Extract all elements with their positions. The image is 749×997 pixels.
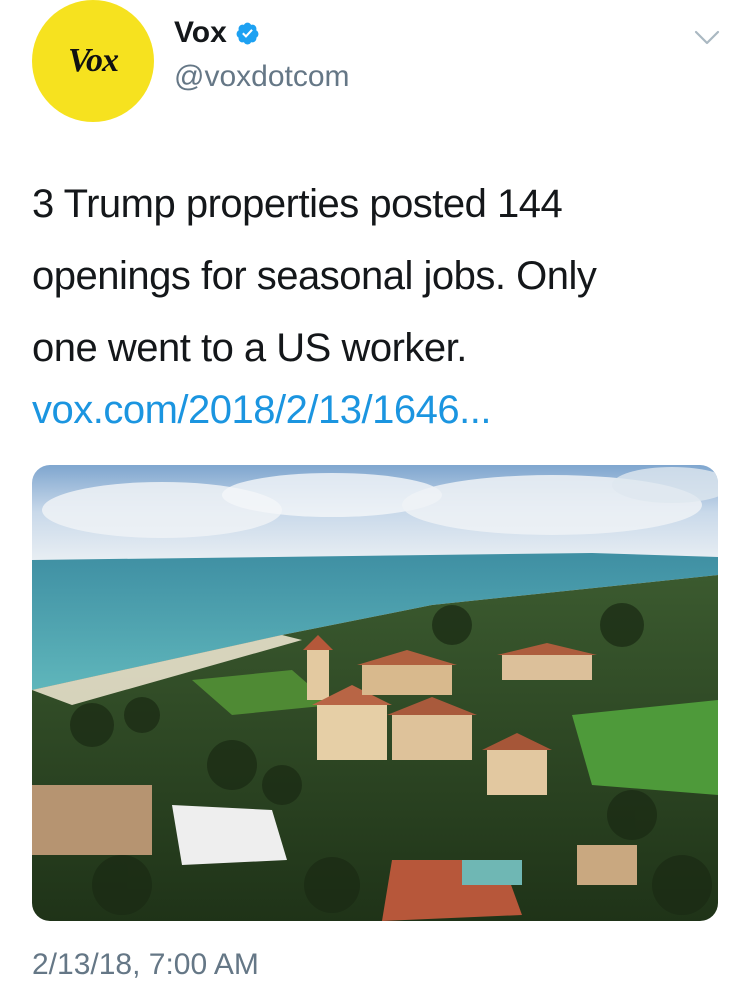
account-handle[interactable]: @voxdotcom xyxy=(174,60,350,94)
article-link[interactable]: vox.com/2018/2/13/1646... xyxy=(32,374,491,446)
tweet-text-line: 3 Trump properties posted 144 xyxy=(32,182,563,226)
name-row: Vox xyxy=(174,16,260,50)
avatar-logo-text: Vox xyxy=(68,42,119,79)
tweet-text-line: openings for seasonal jobs. Only xyxy=(32,254,597,298)
avatar[interactable]: Vox xyxy=(32,0,154,122)
tweet-timestamp[interactable]: 2/13/18, 7:00 AM xyxy=(32,948,259,982)
verified-badge-icon xyxy=(236,22,259,44)
tweet-text: 3 Trump properties posted 144 openings f… xyxy=(32,168,722,384)
aerial-photo-illustration xyxy=(32,465,718,921)
tweet-photo[interactable] xyxy=(32,465,718,921)
chevron-down-icon[interactable] xyxy=(694,30,720,46)
display-name[interactable]: Vox xyxy=(174,16,227,50)
